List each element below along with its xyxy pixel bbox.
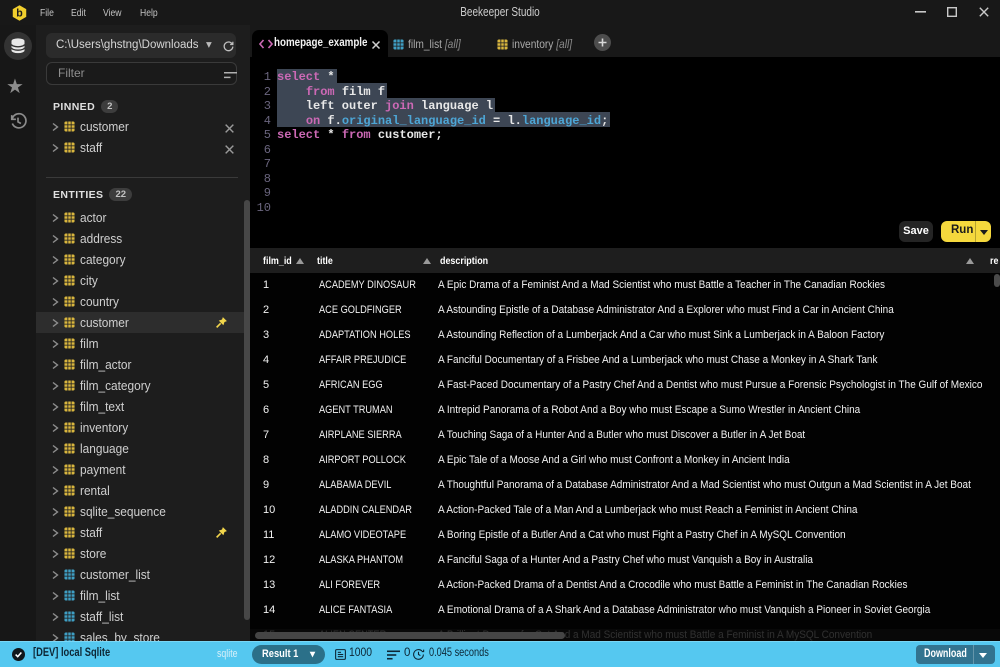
svg-text:b: b xyxy=(16,8,23,20)
